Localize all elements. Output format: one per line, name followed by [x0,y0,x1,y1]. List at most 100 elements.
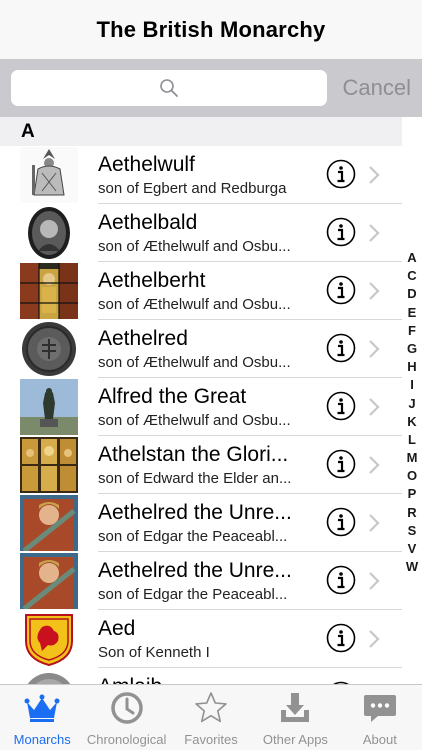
index-letter[interactable]: V [402,540,422,558]
list-item[interactable]: Aethelred the Unre... son of Edgar the P… [0,494,402,552]
index-letter[interactable]: E [402,304,422,322]
navigation-bar: The British Monarchy [0,0,422,59]
monarch-list[interactable]: Aethelwulf son of Egbert and Redburga Ae… [0,146,402,684]
chevron-right-icon [369,514,380,532]
monarch-name: Athelstan the Glori... [98,443,289,466]
search-icon [160,79,178,97]
monarch-name: Aethelred [98,327,188,350]
monarch-parents: Son of Kenneth I [98,644,210,661]
monarch-parents: son of Edgar the Peaceabl... [98,528,288,545]
tab-bar: Monarchs Chronological Favorites Other A… [0,684,422,750]
clock-icon [110,692,143,724]
section-index[interactable]: A C D E F G H I J K L M O P R S V W [402,249,422,576]
index-letter[interactable]: O [402,467,422,485]
index-letter[interactable]: C [402,267,422,285]
chat-bubble-icon [363,695,396,722]
info-icon[interactable] [326,159,356,189]
info-icon[interactable] [326,449,356,479]
monarch-name: Aethelberht [98,269,206,292]
tab-other-apps[interactable]: Other Apps [253,685,337,750]
portrait-thumbnail [20,553,78,609]
index-letter[interactable]: J [402,395,422,413]
coat-of-arms-thumbnail [20,611,78,667]
info-icon[interactable] [326,623,356,653]
monarch-name: Amlaib [98,675,312,684]
index-letter[interactable]: P [402,485,422,503]
list-item[interactable]: Aethelbald son of Æthelwulf and Osbu... [0,204,402,262]
section-header: A [0,117,402,146]
tab-label: Monarchs [13,732,71,747]
portrait-thumbnail [20,379,78,435]
portrait-thumbnail [20,147,78,203]
tab-label: Chronological [86,732,167,747]
chevron-right-icon [369,572,380,590]
download-icon [281,693,310,722]
search-input[interactable] [11,70,327,106]
chevron-right-icon [369,398,380,416]
tab-label: Other Apps [262,732,328,747]
monarch-name: Aethelwulf [98,153,195,176]
list-item[interactable]: Aethelwulf son of Egbert and Redburga [0,146,402,204]
info-icon[interactable] [326,217,356,247]
portrait-thumbnail [20,669,78,684]
index-letter[interactable]: R [402,504,422,522]
search-bar: Cancel [0,59,422,117]
page-title: The British Monarchy [96,16,326,42]
monarch-parents: son of Edgar the Peaceabl... [98,586,288,603]
tab-label: About [362,732,397,747]
index-letter[interactable]: K [402,413,422,431]
list-item[interactable]: Aethelred the Unre... son of Edgar the P… [0,552,402,610]
list-item[interactable]: Alfred the Great son of Æthelwulf and Os… [0,378,402,436]
index-letter[interactable]: D [402,285,422,303]
chevron-right-icon [369,630,380,648]
portrait-thumbnail [20,437,78,493]
list-item[interactable]: Amlaib [0,668,402,684]
tab-label: Favorites [184,732,238,747]
info-icon[interactable] [326,565,356,595]
app-screen: The British Monarchy Cancel A Aethelwulf… [0,0,422,750]
monarch-name: Aethelred the Unre... [98,559,292,582]
tab-chronological[interactable]: Chronological [84,685,168,750]
index-letter[interactable]: G [402,340,422,358]
chevron-right-icon [369,166,380,184]
index-letter[interactable]: H [402,358,422,376]
section-letter: A [21,120,35,142]
tab-monarchs[interactable]: Monarchs [0,685,84,750]
index-letter[interactable]: I [402,376,422,394]
chevron-right-icon [369,340,380,358]
monarch-parents: son of Æthelwulf and Osbu... [98,296,291,313]
info-icon[interactable] [326,391,356,421]
list-item[interactable]: Aethelred son of Æthelwulf and Osbu... [0,320,402,378]
chevron-right-icon [369,224,380,242]
index-letter[interactable]: W [402,558,422,576]
monarch-parents: son of Æthelwulf and Osbu... [98,354,291,371]
monarch-parents: son of Æthelwulf and Osbu... [98,238,291,255]
list-item[interactable]: Aed Son of Kenneth I [0,610,402,668]
portrait-thumbnail [20,263,78,319]
cancel-button[interactable]: Cancel [343,75,411,101]
monarch-parents: son of Edward the Elder an... [98,470,292,487]
tab-favorites[interactable]: Favorites [169,685,253,750]
monarch-name: Aed [98,617,136,640]
monarch-parents: son of Egbert and Redburga [98,180,287,197]
portrait-thumbnail [20,321,78,377]
info-icon[interactable] [326,507,356,537]
monarch-name: Alfred the Great [98,385,247,408]
chevron-right-icon [369,456,380,474]
index-letter[interactable]: S [402,522,422,540]
index-letter[interactable]: L [402,431,422,449]
info-icon[interactable] [326,275,356,305]
monarch-name: Aethelbald [98,211,198,234]
list-item[interactable]: Athelstan the Glori... son of Edward the… [0,436,402,494]
list-item[interactable]: Aethelberht son of Æthelwulf and Osbu... [0,262,402,320]
index-letter[interactable]: A [402,249,422,267]
crown-icon [24,694,60,722]
index-letter[interactable]: M [402,449,422,467]
monarch-parents: son of Æthelwulf and Osbu... [98,412,291,429]
portrait-thumbnail [20,205,78,261]
portrait-thumbnail [20,495,78,551]
tab-about[interactable]: About [338,685,422,750]
info-icon[interactable] [326,333,356,363]
index-letter[interactable]: F [402,322,422,340]
monarch-name: Aethelred the Unre... [98,501,292,524]
